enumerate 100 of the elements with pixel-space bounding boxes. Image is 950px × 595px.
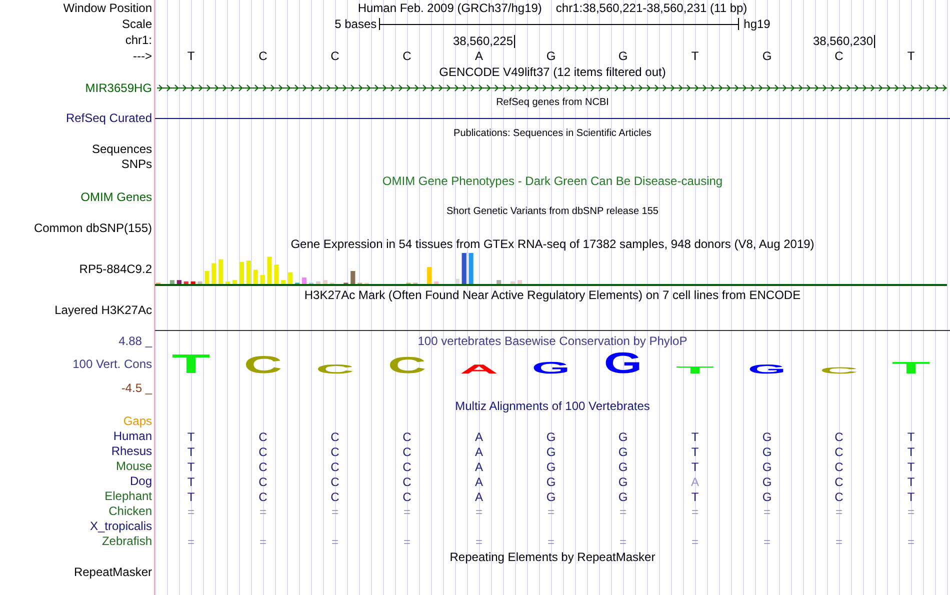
track-label: Sequences bbox=[92, 142, 152, 157]
alignment-base: = bbox=[331, 504, 338, 518]
alignment-base: C bbox=[258, 444, 268, 458]
alignment-base: C bbox=[330, 430, 340, 444]
alignment-base: C bbox=[402, 430, 412, 444]
alignment-base: = bbox=[259, 534, 266, 548]
logo-letter: C bbox=[241, 355, 285, 374]
alignment-base: T bbox=[187, 474, 195, 488]
alignment-base: G bbox=[618, 490, 628, 504]
track-label: RefSeq Curated bbox=[66, 110, 152, 126]
alignment-base: G bbox=[762, 490, 772, 504]
alignment-base: G bbox=[618, 460, 628, 474]
assembly-name: hg19 bbox=[744, 18, 770, 30]
track-title: 100 vertebrates Basewise Conservation by PhyloP bbox=[418, 335, 688, 347]
strand-label: ---> bbox=[133, 48, 152, 64]
logo-letter: T bbox=[673, 366, 717, 374]
alignment-base: G bbox=[762, 474, 772, 488]
alignment-base: A bbox=[474, 474, 483, 488]
logo-letter: C bbox=[817, 367, 861, 374]
alignment-base: C bbox=[834, 460, 844, 474]
track-title: Multiz Alignments of 100 Vertebrates bbox=[455, 400, 650, 412]
alignment-base: T bbox=[691, 444, 699, 458]
alignment-base: T bbox=[187, 430, 195, 444]
species-label: Mouse bbox=[116, 459, 152, 474]
logo-letter: C bbox=[385, 356, 429, 374]
alignment-base: C bbox=[402, 490, 412, 504]
alignment-base: = bbox=[763, 534, 770, 548]
alignment-base: C bbox=[258, 490, 268, 504]
alignment-base: = bbox=[259, 504, 266, 518]
alignment-base: T bbox=[907, 430, 915, 444]
species-label: Dog bbox=[130, 474, 152, 489]
alignment-base: G bbox=[546, 430, 556, 444]
alignment-base: C bbox=[258, 430, 268, 444]
base-letter: G bbox=[762, 50, 772, 62]
alignment-base: G bbox=[762, 444, 772, 458]
alignment-base: G bbox=[618, 474, 628, 488]
base-letter: C bbox=[330, 50, 340, 62]
logo-letter: T bbox=[169, 353, 213, 374]
track-label: SNPs bbox=[121, 157, 152, 172]
track-title: Gene Expression in 54 tissues from GTEx RNA-seq of 17382 samples, 948 donors (V8, Aug 2019) bbox=[290, 238, 814, 250]
base-letter: G bbox=[546, 50, 556, 62]
alignment-base: G bbox=[618, 444, 628, 458]
alignment-base: C bbox=[330, 444, 340, 458]
track-title: GENCODE V49lift37 (12 items filtered out) bbox=[439, 66, 666, 78]
base-letter: C bbox=[834, 50, 844, 62]
alignment-base: C bbox=[258, 460, 268, 474]
alignment-base: = bbox=[619, 534, 626, 548]
alignment-base: T bbox=[691, 460, 699, 474]
alignment-base: A bbox=[474, 444, 483, 458]
alignment-base: A bbox=[474, 490, 483, 504]
alignment-base: A bbox=[690, 474, 699, 488]
logo-letter: G bbox=[529, 361, 573, 374]
base-letter: T bbox=[691, 50, 699, 62]
alignment-base: = bbox=[403, 534, 410, 548]
alignment-base: A bbox=[474, 430, 483, 444]
track-label: Layered H3K27Ac bbox=[54, 303, 152, 318]
alignment-base: = bbox=[475, 534, 482, 548]
track-label: Gaps bbox=[123, 414, 152, 429]
species-label: Chicken bbox=[108, 504, 152, 519]
alignment-base: T bbox=[907, 474, 915, 488]
alignment-base: = bbox=[907, 534, 914, 548]
alignment-base: = bbox=[547, 534, 554, 548]
alignment-base: C bbox=[834, 444, 844, 458]
track-title: Repeating Elements by RepeatMasker bbox=[450, 550, 656, 562]
alignment-base: T bbox=[691, 490, 699, 504]
track-label: 100 Vert. Cons bbox=[72, 357, 152, 372]
alignment-base: T bbox=[187, 490, 195, 504]
track-label: RP5-884C9.2 bbox=[79, 262, 152, 276]
alignment-base: = bbox=[331, 534, 338, 548]
row-label: Window Position bbox=[63, 0, 152, 16]
alignment-base: C bbox=[330, 490, 340, 504]
base-letter: C bbox=[402, 50, 412, 62]
alignment-base: = bbox=[763, 504, 770, 518]
alignment-base: = bbox=[187, 534, 194, 548]
alignment-base: = bbox=[547, 504, 554, 518]
species-label: Zebrafish bbox=[102, 534, 152, 549]
track-label: RepeatMasker bbox=[74, 564, 152, 580]
alignment-base: G bbox=[546, 490, 556, 504]
alignment-base: C bbox=[402, 460, 412, 474]
track-title: RefSeq genes from NCBI bbox=[496, 98, 609, 108]
base-letter: C bbox=[258, 50, 268, 62]
alignment-base: G bbox=[546, 444, 556, 458]
species-label: Rhesus bbox=[111, 444, 152, 459]
logo-letter: A bbox=[457, 364, 501, 374]
species-label: Elephant bbox=[104, 489, 152, 504]
base-letter: T bbox=[187, 50, 195, 62]
alignment-base: = bbox=[403, 504, 410, 518]
base-letter: G bbox=[618, 50, 628, 62]
alignment-base: G bbox=[762, 430, 772, 444]
track-label: MIR3659HG bbox=[85, 80, 152, 96]
alignment-base: C bbox=[834, 474, 844, 488]
alignment-base: T bbox=[907, 490, 915, 504]
logo-letter: T bbox=[889, 361, 933, 374]
base-letter: T bbox=[907, 50, 915, 62]
coordinate-label: 38,560,225 bbox=[452, 35, 515, 48]
alignment-base: A bbox=[474, 460, 483, 474]
alignment-base: = bbox=[691, 534, 698, 548]
track-title: Publications: Sequences in Scientific Articles bbox=[454, 129, 652, 139]
position-text: chr1:38,560,221-38,560,231 (11 bp) bbox=[556, 2, 748, 14]
scale-text: 5 bases bbox=[334, 18, 377, 30]
